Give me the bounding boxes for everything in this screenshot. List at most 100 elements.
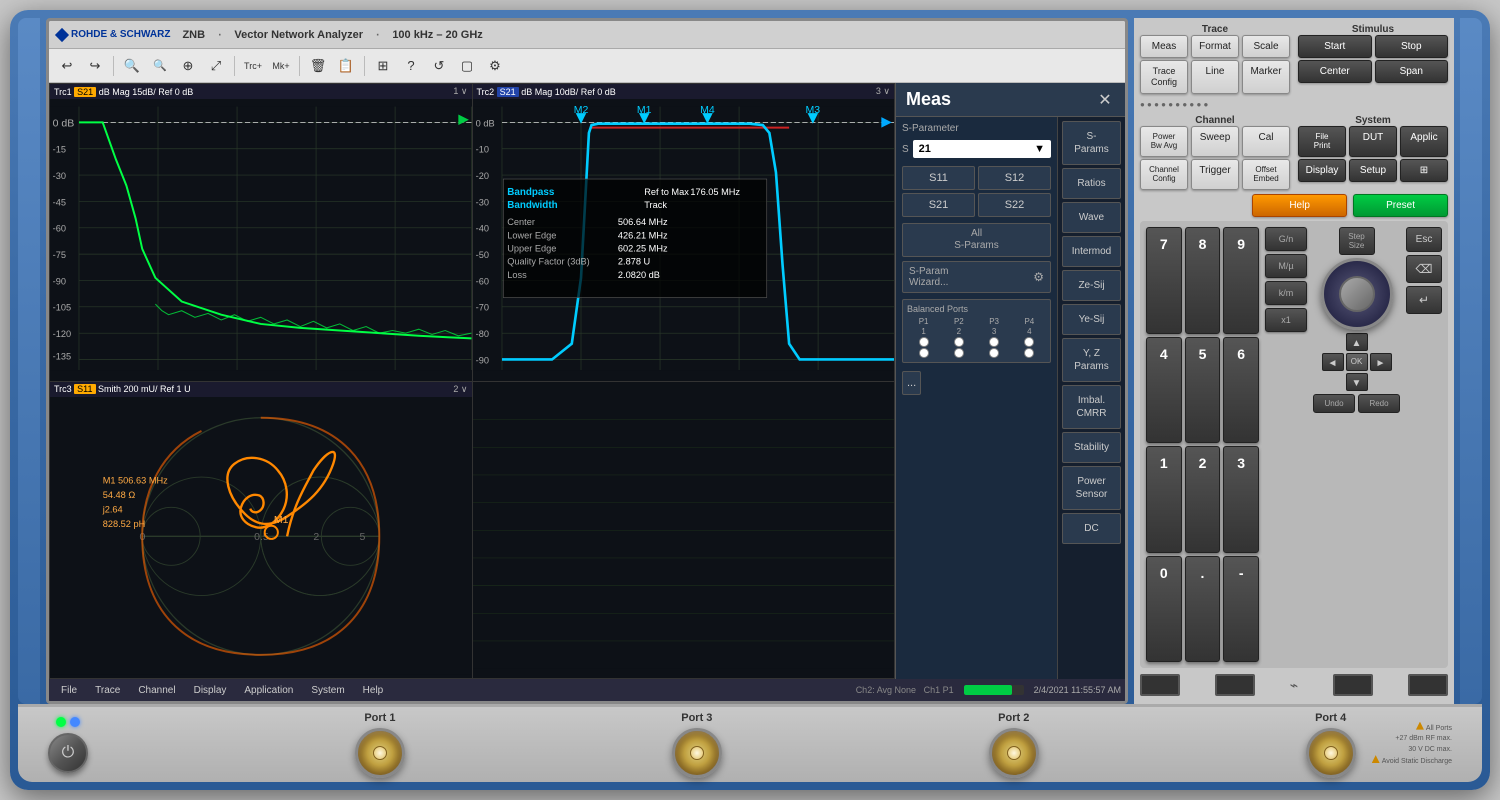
- power-bw-avg-button[interactable]: PowerBw Avg: [1140, 126, 1188, 157]
- backspace-button[interactable]: ⌫: [1406, 255, 1442, 283]
- intermod-right-btn[interactable]: Intermod: [1062, 236, 1121, 267]
- ratios-right-btn[interactable]: Ratios: [1062, 168, 1121, 199]
- key-minus[interactable]: -: [1223, 556, 1259, 663]
- yz-params-right-btn[interactable]: Y, ZParams: [1062, 338, 1121, 382]
- meas-close-button[interactable]: ✕: [1095, 90, 1115, 110]
- stability-right-btn[interactable]: Stability: [1062, 432, 1121, 463]
- span-button[interactable]: Span: [1375, 60, 1449, 83]
- windows-ctrl-button[interactable]: ⊞: [1400, 159, 1448, 182]
- key-7[interactable]: 7: [1146, 227, 1182, 334]
- port-p4-radio2[interactable]: [1024, 348, 1034, 358]
- applic-button[interactable]: Applic: [1400, 126, 1448, 157]
- all-sparams-button[interactable]: All S-Params: [902, 223, 1051, 257]
- preset-button[interactable]: Preset: [1353, 194, 1448, 217]
- nav-up-button[interactable]: ▲: [1346, 333, 1368, 351]
- s22-button[interactable]: S22: [978, 193, 1051, 217]
- nav-left-button[interactable]: ◄: [1322, 353, 1344, 371]
- trigger-button[interactable]: Trigger: [1191, 159, 1239, 190]
- redo-icon[interactable]: ↪: [83, 54, 107, 78]
- port-p1-radio[interactable]: [919, 337, 929, 347]
- channel-config-button[interactable]: ChannelConfig: [1140, 159, 1188, 190]
- dut-button[interactable]: DUT: [1349, 126, 1397, 157]
- step-size-button[interactable]: StepSize: [1339, 227, 1375, 255]
- power-sensor-right-btn[interactable]: PowerSensor: [1062, 466, 1121, 510]
- copy-icon[interactable]: 📋: [334, 54, 358, 78]
- help-icon[interactable]: ?: [399, 54, 423, 78]
- stop-button[interactable]: Stop: [1375, 35, 1449, 58]
- line-ctrl-button[interactable]: Line: [1191, 60, 1239, 94]
- undo-icon[interactable]: ↩: [55, 54, 79, 78]
- windows-icon[interactable]: ⊞: [371, 54, 395, 78]
- display-button[interactable]: Display: [1298, 159, 1346, 182]
- offset-embed-button[interactable]: OffsetEmbed: [1242, 159, 1290, 190]
- s-param-input[interactable]: 21 ▼: [913, 140, 1051, 158]
- file-print-button[interactable]: FilePrint: [1298, 126, 1346, 157]
- start-button[interactable]: Start: [1298, 35, 1372, 58]
- port-p1-radio2[interactable]: [919, 348, 929, 358]
- trace-config-button[interactable]: TraceConfig: [1140, 60, 1188, 94]
- nav-ok-button[interactable]: OK: [1346, 353, 1368, 371]
- s11-button[interactable]: S11: [902, 166, 975, 190]
- menu-trace[interactable]: Trace: [87, 683, 128, 698]
- enter-button[interactable]: ↵: [1406, 286, 1442, 314]
- menu-help[interactable]: Help: [355, 683, 392, 698]
- meas-ctrl-button[interactable]: Meas: [1140, 35, 1188, 58]
- port-p4-radio[interactable]: [1024, 337, 1034, 347]
- imbal-cmrr-right-btn[interactable]: Imbal.CMRR: [1062, 385, 1121, 429]
- menu-system[interactable]: System: [303, 683, 352, 698]
- s21-button[interactable]: S21: [902, 193, 975, 217]
- esc-button[interactable]: Esc: [1406, 227, 1442, 252]
- km-button[interactable]: k/m: [1265, 281, 1307, 305]
- menu-application[interactable]: Application: [236, 683, 301, 698]
- key-dot[interactable]: .: [1185, 556, 1221, 663]
- key-5[interactable]: 5: [1185, 337, 1221, 444]
- s12-button[interactable]: S12: [978, 166, 1051, 190]
- undo-button[interactable]: Undo: [1313, 394, 1355, 413]
- marker-ctrl-button[interactable]: Marker: [1242, 60, 1290, 94]
- menu-display[interactable]: Display: [186, 683, 235, 698]
- key-9[interactable]: 9: [1223, 227, 1259, 334]
- mu-button[interactable]: M/µ: [1265, 254, 1307, 278]
- settings-icon[interactable]: ⚙: [483, 54, 507, 78]
- trc-plus-icon[interactable]: Trc+: [241, 54, 265, 78]
- key-6[interactable]: 6: [1223, 337, 1259, 444]
- refresh-icon[interactable]: ↺: [427, 54, 451, 78]
- s-param-wizard-button[interactable]: S-ParamWizard... ⚙: [902, 261, 1051, 293]
- redo-button[interactable]: Redo: [1358, 394, 1400, 413]
- setup-button[interactable]: Setup: [1349, 159, 1397, 182]
- key-8[interactable]: 8: [1185, 227, 1221, 334]
- zoom-out-icon[interactable]: 🔍: [148, 54, 172, 78]
- nav-right-button[interactable]: ►: [1370, 353, 1392, 371]
- zoom-in-icon[interactable]: 🔍: [120, 54, 144, 78]
- sweep-button[interactable]: Sweep: [1191, 126, 1239, 157]
- center-button[interactable]: Center: [1298, 60, 1372, 83]
- wave-right-btn[interactable]: Wave: [1062, 202, 1121, 233]
- port-p2-radio2[interactable]: [954, 348, 964, 358]
- nav-down-button[interactable]: ▼: [1346, 373, 1368, 391]
- delete-icon[interactable]: 🗑: [306, 54, 330, 78]
- dots-button[interactable]: ...: [902, 371, 921, 395]
- screen-icon[interactable]: ▢: [455, 54, 479, 78]
- zoom2-icon[interactable]: ⊕: [176, 54, 200, 78]
- ze-sij-right-btn[interactable]: Ze-Sij: [1062, 270, 1121, 301]
- gn-button[interactable]: G/n: [1265, 227, 1307, 251]
- format-ctrl-button[interactable]: Format: [1191, 35, 1239, 58]
- key-1[interactable]: 1: [1146, 446, 1182, 553]
- s-params-right-btn[interactable]: S-Params: [1062, 121, 1121, 165]
- ye-sij-right-btn[interactable]: Ye-Sij: [1062, 304, 1121, 335]
- port-p2-radio[interactable]: [954, 337, 964, 347]
- dc-right-btn[interactable]: DC: [1062, 513, 1121, 544]
- key-2[interactable]: 2: [1185, 446, 1221, 553]
- menu-channel[interactable]: Channel: [130, 683, 183, 698]
- key-0[interactable]: 0: [1146, 556, 1182, 663]
- help-button[interactable]: Help: [1252, 194, 1347, 217]
- cal-button[interactable]: Cal: [1242, 126, 1290, 157]
- expand-icon[interactable]: ⤢: [204, 54, 228, 78]
- key-3[interactable]: 3: [1223, 446, 1259, 553]
- mk-plus-icon[interactable]: Mk+: [269, 54, 293, 78]
- nav-wheel[interactable]: [1321, 258, 1393, 330]
- power-button[interactable]: ⏻: [48, 733, 88, 773]
- port-p3-radio2[interactable]: [989, 348, 999, 358]
- scale-ctrl-button[interactable]: Scale: [1242, 35, 1290, 58]
- menu-file[interactable]: File: [53, 683, 85, 698]
